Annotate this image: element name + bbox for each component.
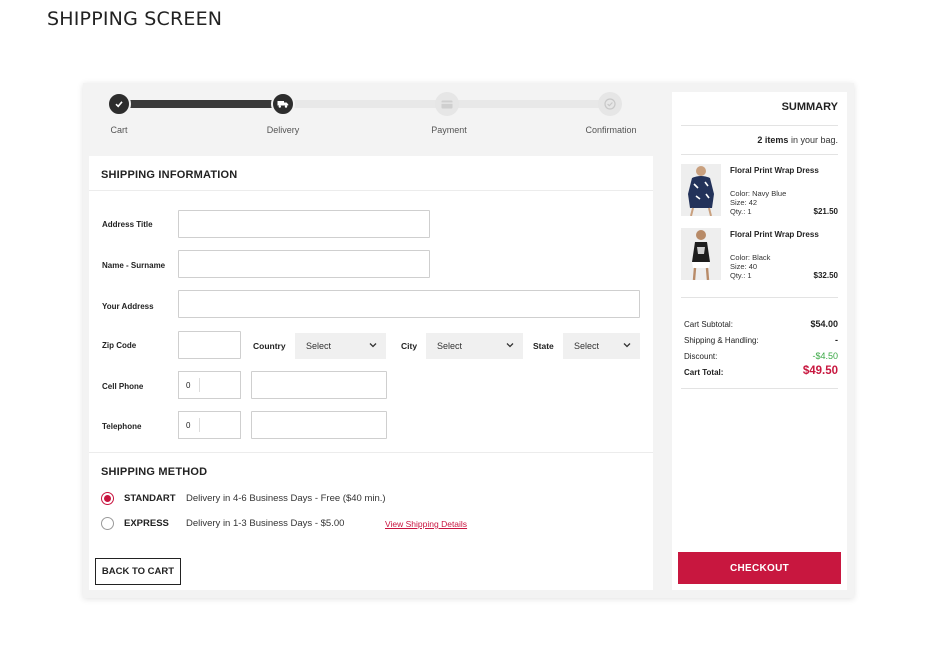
your-address-input[interactable]: [178, 290, 640, 318]
city-select[interactable]: Select: [426, 333, 523, 359]
telephone-prefix[interactable]: 0: [178, 411, 241, 439]
shipping-handling-label: Shipping & Handling:: [684, 336, 759, 345]
telephone-label: Telephone: [102, 422, 142, 431]
city-label: City: [401, 341, 418, 351]
country-select-value: Select: [306, 341, 332, 351]
checkout-button[interactable]: CHECKOUT: [678, 552, 841, 584]
bag-count: 2 items in your bag.: [757, 135, 838, 145]
standart-method-name: STANDART: [124, 493, 176, 504]
cart-item[interactable]: Floral Print Wrap Dress Color: Black Siz…: [681, 228, 838, 284]
name-surname-label: Name - Surname: [102, 261, 166, 270]
your-address-label: Your Address: [102, 302, 154, 311]
subtotal-label: Cart Subtotal:: [684, 320, 733, 329]
progress-stepper: Cart Delivery Payment Confirmation: [83, 83, 663, 153]
divider: [199, 378, 200, 392]
address-title-input[interactable]: [178, 210, 430, 238]
state-select[interactable]: Select: [563, 333, 640, 359]
item-name: Floral Print Wrap Dress: [730, 230, 819, 239]
order-summary: SUMMARY 2 items in your bag. Floral Prin…: [672, 92, 847, 590]
page-heading: SHIPPING SCREEN: [47, 8, 223, 30]
item-size: Size: 40: [730, 262, 758, 271]
back-to-cart-button[interactable]: BACK TO CART: [95, 558, 181, 585]
express-method-desc: Delivery in 1-3 Business Days - $5.00: [186, 518, 345, 529]
shipping-form-card: SHIPPING INFORMATION Address Title Name …: [89, 156, 653, 590]
step-label-cart: Cart: [110, 125, 128, 135]
divider: [89, 190, 653, 191]
name-surname-input[interactable]: [178, 250, 430, 278]
cell-phone-prefix[interactable]: 0: [178, 371, 241, 399]
step-label-confirmation: Confirmation: [585, 125, 637, 135]
state-label: State: [533, 341, 554, 351]
step-label-payment: Payment: [431, 125, 467, 135]
step-cart-check-icon: [107, 92, 131, 116]
bag-count-suffix: in your bag.: [790, 135, 838, 145]
express-method-name: EXPRESS: [124, 518, 169, 529]
zip-code-input[interactable]: [178, 331, 241, 359]
item-size: Size: 42: [730, 198, 758, 207]
divider: [681, 154, 838, 155]
discount-label: Discount:: [684, 352, 718, 361]
divider: [681, 125, 838, 126]
summary-title: SUMMARY: [781, 101, 838, 113]
country-select[interactable]: Select: [295, 333, 386, 359]
chevron-down-icon: [623, 343, 631, 348]
country-label: Country: [253, 341, 286, 351]
view-shipping-details-link[interactable]: View Shipping Details: [385, 519, 467, 529]
item-color: Color: Navy Blue: [730, 189, 787, 198]
state-select-value: Select: [574, 341, 600, 351]
telephone-prefix-code: 0: [186, 421, 191, 430]
divider: [89, 452, 653, 453]
cart-total-label: Cart Total:: [684, 368, 724, 377]
step-label-delivery: Delivery: [266, 125, 300, 135]
address-title-label: Address Title: [102, 220, 153, 229]
standart-radio[interactable]: [101, 492, 114, 505]
step-payment-card-icon: [435, 92, 459, 116]
chevron-down-icon: [506, 343, 514, 348]
express-radio[interactable]: [101, 517, 114, 530]
divider: [681, 388, 838, 389]
divider: [199, 418, 200, 432]
product-image: [681, 228, 721, 280]
chevron-down-icon: [369, 343, 377, 348]
cell-phone-label: Cell Phone: [102, 382, 144, 391]
discount-value: -$4.50: [812, 351, 838, 361]
cell-phone-prefix-code: 0: [186, 381, 191, 390]
step-delivery-truck-icon: [271, 92, 295, 116]
item-price: $21.50: [813, 207, 838, 216]
cell-phone-input[interactable]: [251, 371, 387, 399]
zip-code-label: Zip Code: [102, 341, 137, 350]
progress-track-complete: [119, 100, 284, 108]
item-qty: Qty.: 1: [730, 207, 752, 216]
shipping-handling-value: -: [835, 335, 838, 345]
cart-item[interactable]: Floral Print Wrap Dress Color: Navy Blue…: [681, 164, 838, 220]
city-select-value: Select: [437, 341, 463, 351]
bag-count-number: 2 items: [757, 135, 789, 145]
checkout-frame: Cart Delivery Payment Confirmation SHIPP…: [83, 83, 854, 598]
subtotal-value: $54.00: [810, 319, 838, 329]
item-color: Color: Black: [730, 253, 771, 262]
cart-total-value: $49.50: [802, 365, 838, 377]
shipping-method-title: SHIPPING METHOD: [101, 466, 208, 478]
telephone-input[interactable]: [251, 411, 387, 439]
item-qty: Qty.: 1: [730, 271, 752, 280]
shipping-information-title: SHIPPING INFORMATION: [101, 169, 238, 181]
step-confirmation-check-circle-icon: [598, 92, 622, 116]
item-price: $32.50: [813, 271, 838, 280]
divider: [681, 297, 838, 298]
standart-method-desc: Delivery in 4-6 Business Days - Free ($4…: [186, 493, 386, 504]
product-image: [681, 164, 721, 216]
item-name: Floral Print Wrap Dress: [730, 166, 819, 175]
